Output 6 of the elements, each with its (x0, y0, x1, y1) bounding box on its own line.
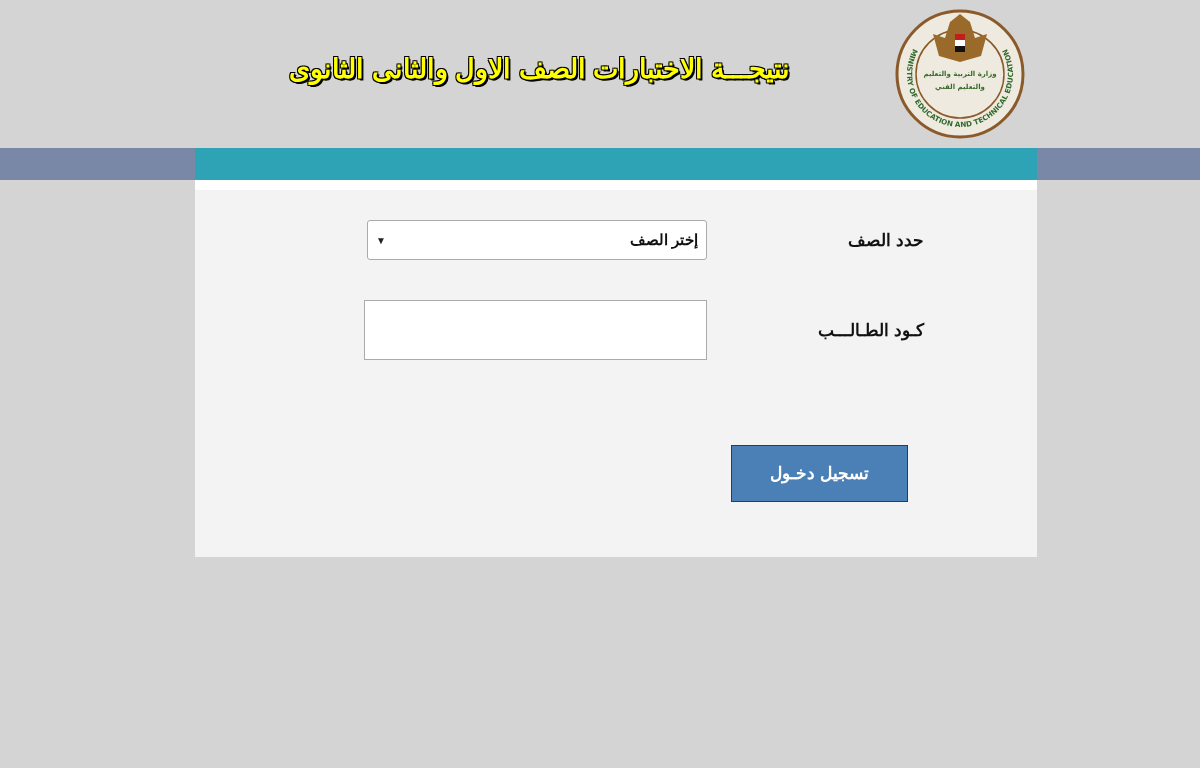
field-label: كـود الطـالـــب (817, 319, 924, 341)
field-label: حدد الصف (847, 229, 924, 251)
grade-select[interactable]: ▼ إختر الصف (367, 220, 707, 260)
page-title: نتيجـــة الاختبارات الصف الاول والثانى الثانوى (289, 53, 790, 85)
login-button[interactable]: تسجيل دخـول (731, 445, 908, 502)
student-code-field[interactable] (364, 300, 707, 360)
